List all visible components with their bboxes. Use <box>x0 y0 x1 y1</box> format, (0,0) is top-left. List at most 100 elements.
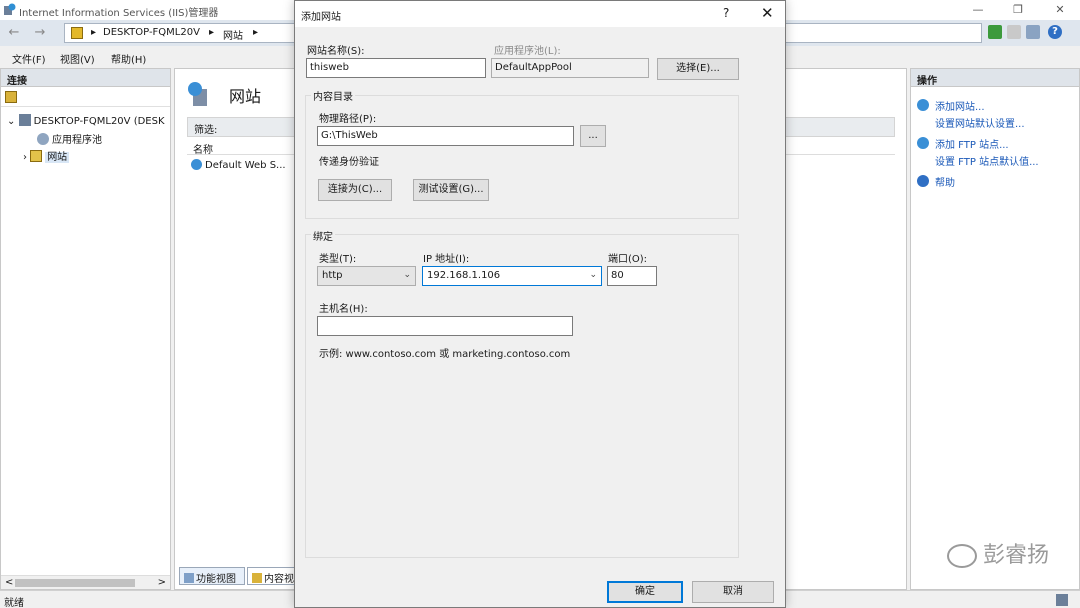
site-globe-icon <box>191 159 202 170</box>
cancel-button[interactable]: 取消 <box>692 581 774 603</box>
menu-help[interactable]: 帮助(H) <box>111 51 146 66</box>
filter-label: 筛选: <box>194 125 218 136</box>
connect-as-button[interactable]: 连接为(C)... <box>318 179 392 201</box>
go-icon[interactable] <box>988 25 1002 39</box>
example-text: 示例: www.contoso.com 或 marketing.contoso.… <box>319 349 571 360</box>
action-add-site[interactable]: 添加网站... <box>935 98 985 113</box>
host-name-input[interactable] <box>317 316 573 336</box>
breadcrumb-separator: ▸ <box>209 27 215 38</box>
add-site-icon <box>917 99 929 111</box>
type-label: 类型(T): <box>319 254 357 265</box>
site-name-label: 网站名称(S): <box>307 46 365 57</box>
app-pool-label: 应用程序池(L): <box>494 46 561 57</box>
watermark: 彭睿扬 <box>946 537 1049 569</box>
connections-panel: 连接 ⌄ DESKTOP-FQML20V (DESK 应用程序池 › 网站 < … <box>0 68 171 590</box>
dialog-help-button[interactable]: ? <box>723 6 729 20</box>
scroll-left-button[interactable]: < <box>5 577 13 588</box>
status-server-icon <box>1056 594 1068 606</box>
tree-label-app-pools: 应用程序池 <box>52 135 102 146</box>
expand-icon[interactable]: ⌄ <box>7 116 15 127</box>
watermark-text: 彭睿扬 <box>982 543 1049 568</box>
tree-label-sites: 网站 <box>45 152 70 163</box>
tab-content-view[interactable]: 内容视 <box>247 567 301 585</box>
chevron-down-icon: ⌄ <box>589 270 597 280</box>
scroll-right-button[interactable]: > <box>158 577 166 588</box>
app-pool-field: DefaultAppPool <box>491 58 649 78</box>
help-circle-icon <box>917 175 929 187</box>
content-view-icon <box>252 573 262 583</box>
site-name-input[interactable]: thisweb <box>306 58 486 78</box>
physical-path-label: 物理路径(P): <box>319 114 377 125</box>
list-item[interactable]: Default Web S... <box>187 159 286 171</box>
add-ftp-icon <box>917 137 929 149</box>
connections-toolbar <box>1 87 170 107</box>
collapse-icon[interactable]: › <box>23 152 27 163</box>
pass-auth-label: 传递身份验证 <box>319 157 379 168</box>
home-nav-icon[interactable] <box>1026 25 1040 39</box>
select-app-pool-button[interactable]: 选择(E)... <box>657 58 739 80</box>
action-site-defaults[interactable]: 设置网站默认设置... <box>935 115 1025 130</box>
server-icon <box>18 114 31 126</box>
connect-icon[interactable] <box>5 91 17 103</box>
dialog-titlebar: 添加网站 ? ✕ <box>295 1 785 27</box>
tab-features-view-label: 功能视图 <box>196 574 236 585</box>
app-pool-icon <box>37 133 49 145</box>
ok-button[interactable]: 确定 <box>607 581 683 603</box>
connections-header: 连接 <box>1 69 170 87</box>
actions-header: 操作 <box>911 69 1079 87</box>
ip-address-select[interactable]: 192.168.1.106 ⌄ <box>422 266 602 286</box>
window-title: Internet Information Services (IIS)管理器 <box>19 8 219 19</box>
test-settings-button[interactable]: 测试设置(G)... <box>413 179 489 201</box>
sites-folder-icon <box>30 150 43 162</box>
breadcrumb-sites[interactable]: 网站 <box>223 27 243 42</box>
close-window-button[interactable]: ✕ <box>1045 2 1075 18</box>
breadcrumb-separator: ▸ <box>253 27 259 38</box>
type-select[interactable]: http ⌄ <box>317 266 416 286</box>
dialog-title: 添加网站 <box>301 12 341 23</box>
tab-content-view-label: 内容视 <box>264 574 294 585</box>
browse-path-button[interactable]: ... <box>580 125 606 147</box>
action-ftp-defaults[interactable]: 设置 FTP 站点默认值... <box>935 153 1039 168</box>
scroll-thumb[interactable] <box>15 579 135 587</box>
type-select-value: http <box>322 270 343 281</box>
site-name: Default Web S... <box>205 160 286 171</box>
help-icon[interactable]: ? <box>1048 25 1062 39</box>
status-text: 就绪 <box>4 598 24 608</box>
page-title: 网站 <box>229 87 262 106</box>
chevron-down-icon: ⌄ <box>403 270 411 280</box>
minimize-button[interactable]: — <box>963 2 993 18</box>
content-directory-label: 内容目录 <box>311 88 355 103</box>
action-add-ftp[interactable]: 添加 FTP 站点... <box>935 136 1009 151</box>
features-view-icon <box>184 573 194 583</box>
stop-icon[interactable] <box>1007 25 1021 39</box>
breadcrumb-server[interactable]: DESKTOP-FQML20V <box>103 27 200 38</box>
action-help[interactable]: 帮助 <box>935 174 955 189</box>
restore-button[interactable]: ❐ <box>1003 2 1033 18</box>
tree-node-sites[interactable]: › 网站 <box>23 148 70 163</box>
dialog-close-button[interactable]: ✕ <box>761 4 774 22</box>
port-input[interactable]: 80 <box>607 266 657 286</box>
breadcrumb-separator: ▸ <box>91 27 97 38</box>
host-name-label: 主机名(H): <box>319 304 368 315</box>
actions-panel: 操作 添加网站... 设置网站默认设置... 添加 FTP 站点... 设置 F… <box>910 68 1080 590</box>
tree-node-app-pools[interactable]: 应用程序池 <box>37 131 102 146</box>
iis-app-icon <box>4 3 16 15</box>
tree-label-server: DESKTOP-FQML20V (DESK <box>33 116 165 127</box>
home-icon <box>71 27 83 39</box>
back-button[interactable]: ← <box>4 24 24 42</box>
column-name-label: 名称 <box>193 145 213 156</box>
physical-path-input[interactable]: G:\ThisWeb <box>317 126 574 146</box>
connections-scrollbar[interactable]: < > <box>1 575 170 589</box>
menu-file[interactable]: 文件(F) <box>12 51 46 66</box>
binding-label: 绑定 <box>311 228 335 243</box>
tree-node-server[interactable]: ⌄ DESKTOP-FQML20V (DESK <box>7 114 165 127</box>
add-website-dialog: 添加网站 ? ✕ 网站名称(S): thisweb 应用程序池(L): Defa… <box>294 0 786 608</box>
wechat-icon <box>946 544 977 568</box>
menu-view[interactable]: 视图(V) <box>60 51 95 66</box>
tab-features-view[interactable]: 功能视图 <box>179 567 245 585</box>
forward-button[interactable]: → <box>30 24 50 42</box>
ip-address-label: IP 地址(I): <box>423 254 470 265</box>
port-label: 端口(O): <box>608 254 648 265</box>
ip-address-value: 192.168.1.106 <box>427 270 501 281</box>
sites-globe-icon <box>188 82 207 106</box>
